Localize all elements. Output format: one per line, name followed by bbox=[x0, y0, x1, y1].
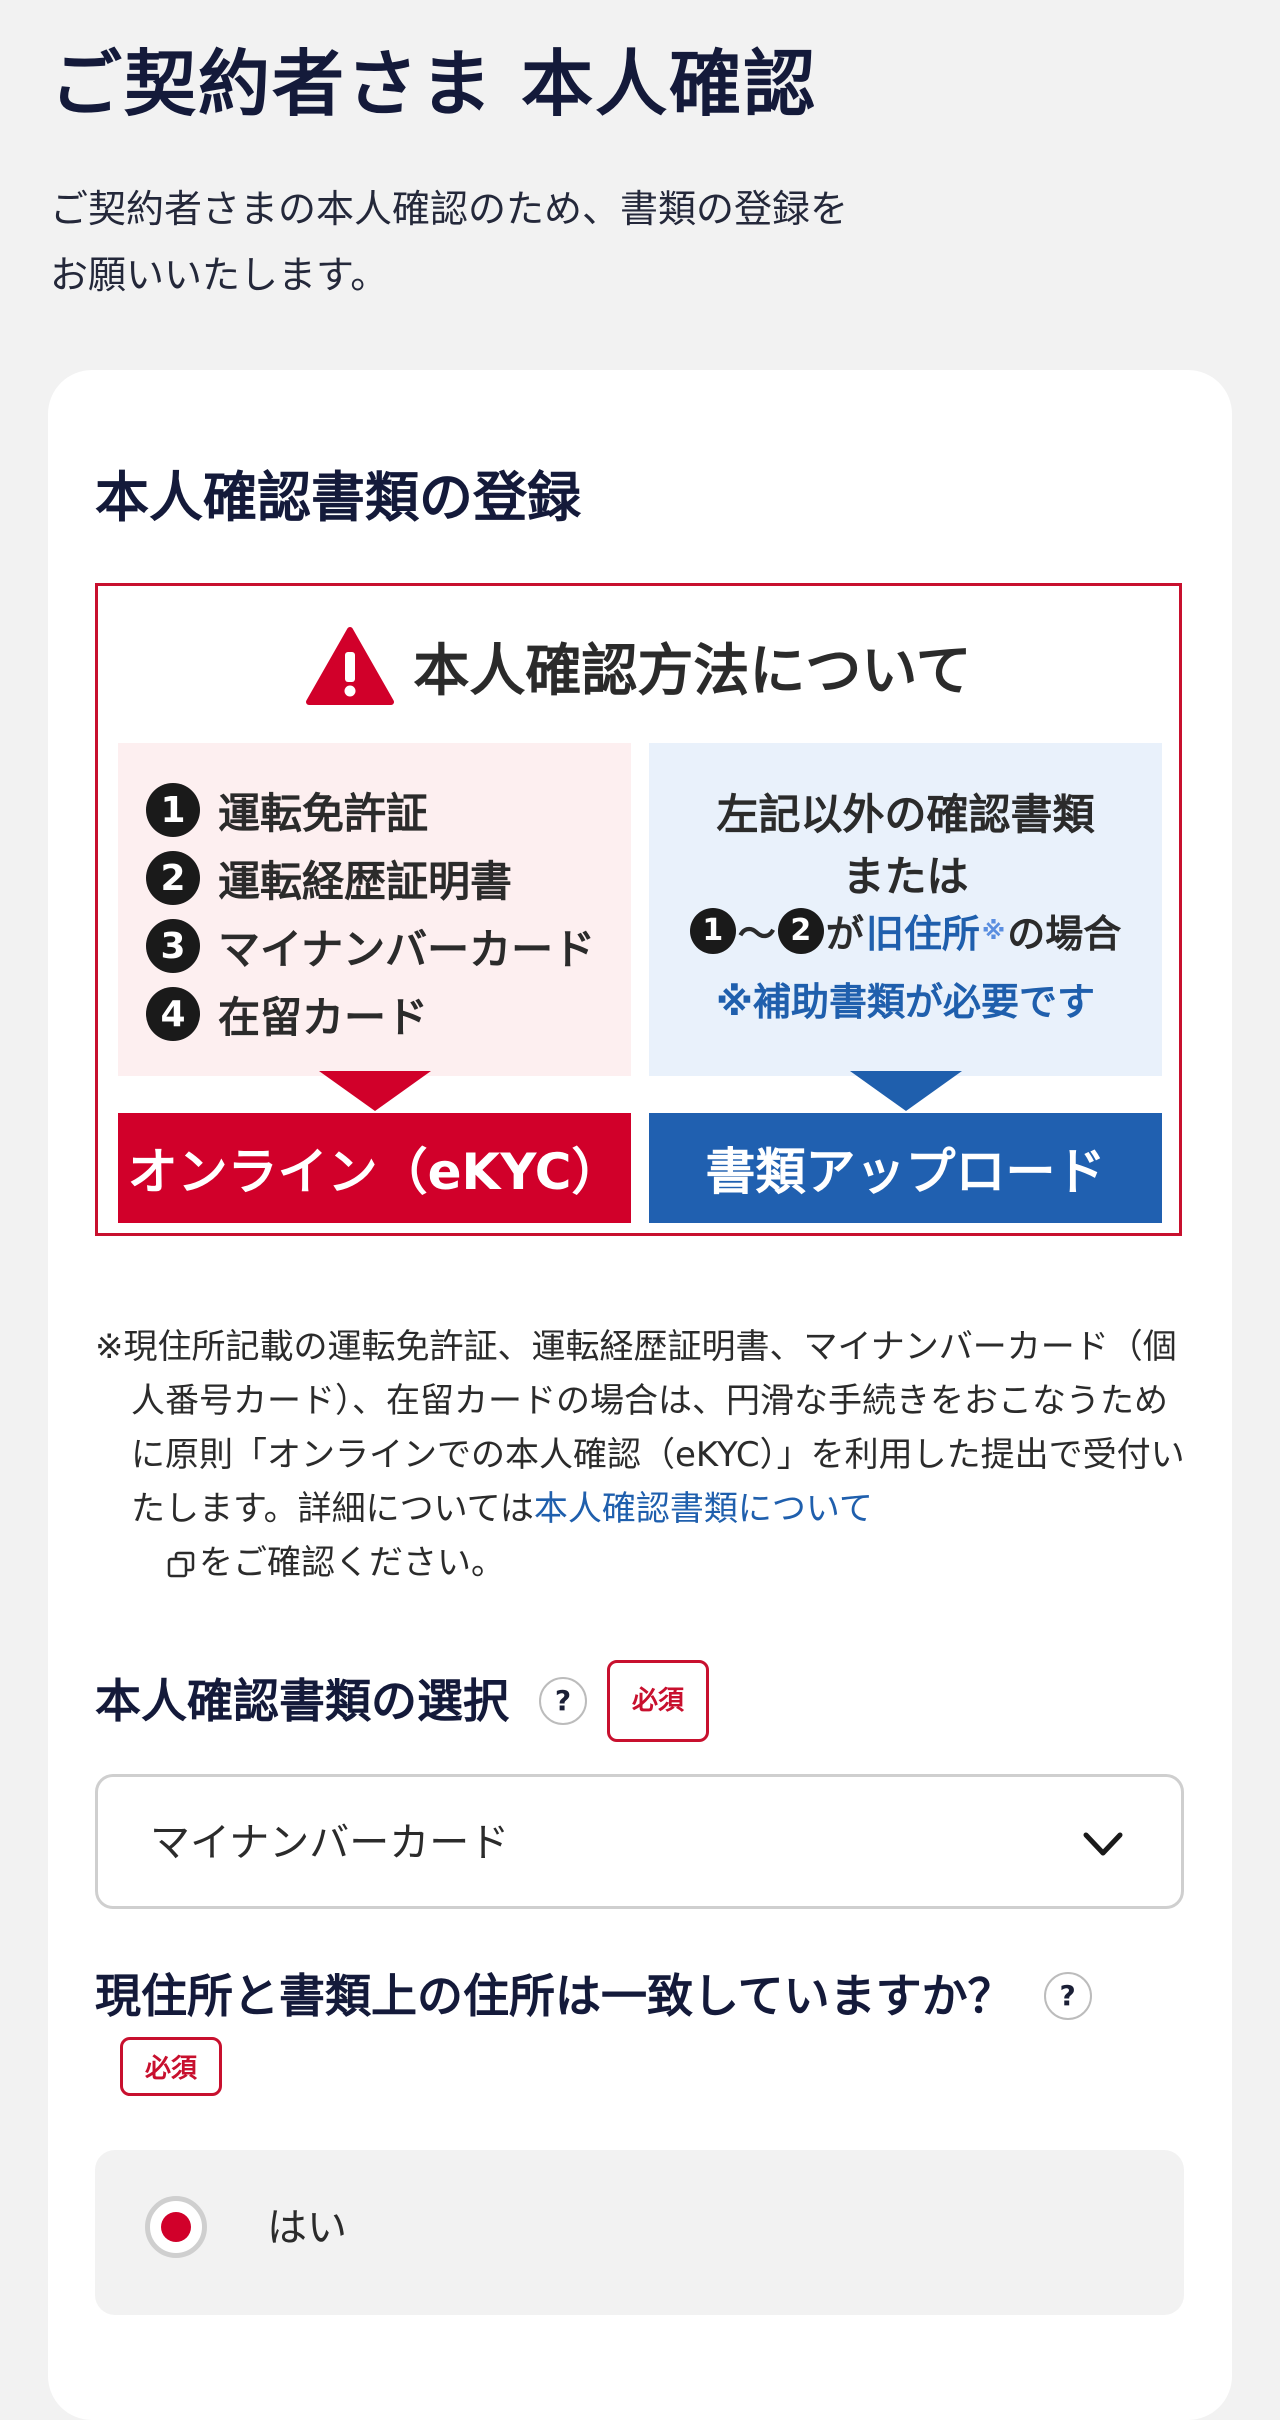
number-badge: 2 bbox=[146, 851, 200, 905]
note-suffix: をご確認ください。 bbox=[199, 1543, 505, 1583]
footnote-mark: ※ bbox=[981, 916, 1006, 945]
document-select[interactable]: マイナンバーカード bbox=[95, 1774, 1184, 1909]
required-badge: 必須 bbox=[120, 2037, 223, 2096]
external-window-icon[interactable] bbox=[167, 1551, 195, 1579]
field-label-text: 本人確認書類の選択 bbox=[95, 1674, 509, 1728]
tilde-text: ～ bbox=[737, 912, 776, 956]
online-ekyc-label: オンライン（eKYC） bbox=[118, 1113, 631, 1223]
description-line-1: ご契約者さまの本人確認のため、書類の登録を bbox=[50, 187, 849, 231]
document-label: 運転経歴証明書 bbox=[218, 856, 513, 906]
arrow-down-icon bbox=[850, 1071, 962, 1111]
description-line-2: お願いいたします。 bbox=[50, 253, 389, 297]
old-address-text: 旧住所 bbox=[865, 912, 980, 956]
help-icon[interactable]: ? bbox=[1043, 1972, 1092, 2020]
chevron-down-icon bbox=[1083, 1832, 1123, 1856]
document-item: 4 在留カード bbox=[146, 986, 428, 1042]
document-label: マイナンバーカード bbox=[218, 924, 596, 974]
radio-option-yes[interactable]: はい bbox=[95, 2150, 1184, 2315]
address-question-label: 現住所と書類上の住所は一致していますか？ ? bbox=[95, 1960, 1092, 2032]
radio-selected-dot bbox=[161, 2212, 191, 2242]
ga-text: が bbox=[825, 912, 864, 956]
document-item: 2 運転経歴証明書 bbox=[146, 850, 512, 906]
document-upload-label: 書類アップロード bbox=[649, 1113, 1162, 1223]
number-badge: 3 bbox=[146, 919, 200, 973]
other-documents-text: 左記以外の確認書類 bbox=[716, 790, 1095, 839]
radio-label: はい bbox=[267, 2205, 347, 2251]
help-icon[interactable]: ? bbox=[539, 1677, 587, 1725]
document-label: 運転免許証 bbox=[218, 788, 429, 838]
arrow-down-icon bbox=[319, 1071, 431, 1111]
number-badge: 4 bbox=[146, 987, 200, 1041]
supplement-required-text: ※補助書類が必要です bbox=[716, 980, 1095, 1024]
case-text: の場合 bbox=[1007, 912, 1122, 956]
identity-documents-link[interactable]: 本人確認書類について bbox=[534, 1489, 873, 1529]
number-badge: 1 bbox=[146, 783, 200, 837]
document-item: 1 運転免許証 bbox=[146, 782, 428, 838]
required-badge: 必須 bbox=[607, 1660, 710, 1742]
section-title: 本人確認書類の登録 bbox=[95, 466, 581, 529]
page-title: ご契約者さま 本人確認 bbox=[50, 42, 818, 126]
notice-title: 本人確認方法について bbox=[413, 638, 972, 704]
or-text: または bbox=[842, 852, 969, 901]
radio-button[interactable] bbox=[145, 2196, 207, 2258]
number-badge: 1 bbox=[689, 907, 736, 954]
document-label: 在留カード bbox=[218, 992, 429, 1042]
verification-method-notice: 本人確認方法について 1 運転免許証 2 運転経歴証明書 3 マイナンバーカード… bbox=[95, 583, 1182, 1236]
old-address-case: 1 ～ 2 が 旧住所 ※ の場合 bbox=[649, 903, 1162, 958]
select-value: マイナンバーカード bbox=[150, 1820, 510, 1866]
online-documents-panel: 1 運転免許証 2 運転経歴証明書 3 マイナンバーカード 4 在留カード bbox=[118, 743, 631, 1076]
document-item: 3 マイナンバーカード bbox=[146, 918, 595, 974]
upload-documents-panel: 左記以外の確認書類 または 1 ～ 2 が 旧住所 ※ の場合 ※補助書類が必要… bbox=[649, 743, 1162, 1076]
number-badge: 2 bbox=[777, 907, 824, 954]
page-description: ご契約者さまの本人確認のため、書類の登録を お願いいたします。 bbox=[50, 176, 950, 308]
field-label-text: 現住所と書類上の住所は一致していますか？ bbox=[95, 1969, 1014, 2023]
ekyc-note: ※現住所記載の運転免許証、運転経歴証明書、マイナンバーカード（個人番号カード）、… bbox=[95, 1320, 1185, 1590]
document-select-label: 本人確認書類の選択 ? 必須 bbox=[95, 1660, 710, 1742]
notice-header: 本人確認方法について bbox=[98, 626, 1179, 706]
warning-icon bbox=[306, 627, 395, 705]
